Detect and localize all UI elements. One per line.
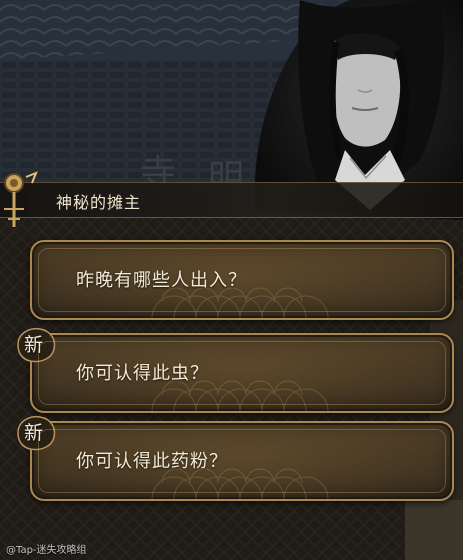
new-badge-label: 新 <box>24 422 44 444</box>
dialogue-option-3[interactable]: 新 你可认得此药粉？ <box>17 415 454 501</box>
ornament-crest-icon <box>4 171 38 227</box>
speaker-name-bar: 神秘的摊主 <box>0 171 463 227</box>
speaker-name: 神秘的摊主 <box>56 193 142 212</box>
dialogue-option-1[interactable]: 昨晚有哪些人出入？ <box>30 240 454 320</box>
new-badge: 新 <box>14 413 58 453</box>
dialogue-option-2[interactable]: 新 你可认得此虫？ <box>17 327 454 413</box>
new-badge: 新 <box>14 325 58 365</box>
option-label: 你可认得此药粉？ <box>76 451 228 472</box>
option-label: 昨晚有哪些人出入？ <box>76 270 247 291</box>
option-label: 你可认得此虫？ <box>76 363 209 384</box>
new-badge-label: 新 <box>24 334 44 356</box>
watermark: @Tap-迷失攻略组 <box>6 545 87 556</box>
